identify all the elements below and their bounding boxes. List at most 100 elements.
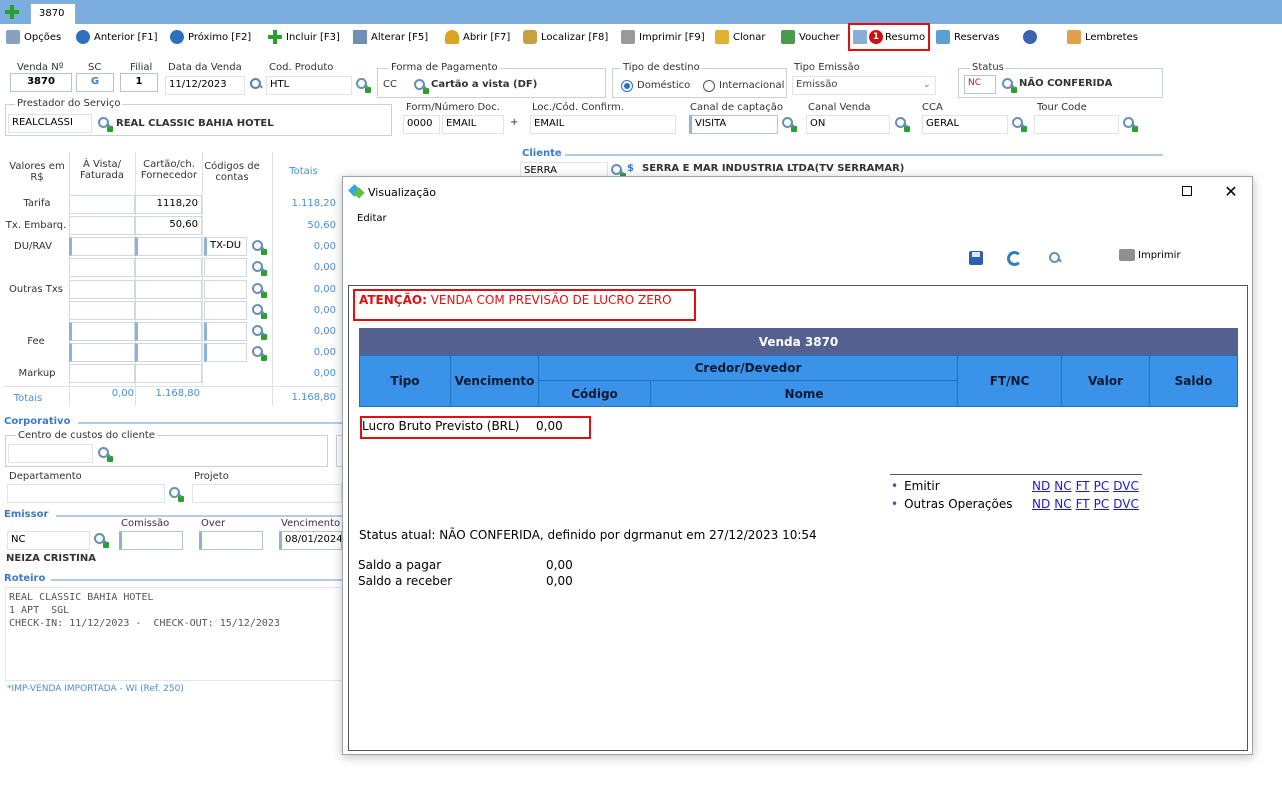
emitir-nd-link[interactable]: ND	[1032, 479, 1050, 493]
tarifa-avista[interactable]	[69, 195, 135, 214]
alterar-button[interactable]: Alterar [F5]	[350, 26, 431, 48]
resumo-button[interactable]: 1 Resumo	[848, 23, 931, 51]
outras-nd-link[interactable]: ND	[1032, 497, 1050, 511]
du-rav-avista-2[interactable]	[69, 258, 135, 277]
emitir-pc-link[interactable]: PC	[1094, 479, 1110, 493]
comissao-field[interactable]	[119, 531, 183, 550]
emitir-nc-link[interactable]: NC	[1054, 479, 1071, 493]
du-rav-search-icon-2[interactable]	[251, 260, 267, 276]
pagamento-code[interactable]: CC	[383, 79, 397, 90]
filial-field[interactable]: 1	[120, 73, 158, 92]
outras-pc-link[interactable]: PC	[1094, 497, 1110, 511]
tour-code-search-icon[interactable]	[1122, 116, 1138, 132]
calendar-search-icon[interactable]	[249, 77, 263, 91]
imprimir-button[interactable]: Imprimir [F9]	[618, 26, 708, 48]
outras-avista[interactable]	[69, 280, 135, 299]
canal-venda-field[interactable]: ON	[806, 115, 890, 134]
emitir-ft-link[interactable]: FT	[1076, 479, 1090, 493]
outras-nc-link[interactable]: NC	[1054, 497, 1071, 511]
save-icon[interactable]	[969, 251, 983, 265]
form-doc-a[interactable]: 0000	[403, 115, 440, 134]
refresh-icon[interactable]	[1007, 251, 1022, 266]
outras-search-icon[interactable]	[251, 282, 267, 298]
projeto-field[interactable]	[192, 484, 342, 503]
voucher-button[interactable]: Voucher	[778, 26, 843, 48]
abrir-button[interactable]: Abrir [F7]	[442, 26, 513, 48]
status-search-icon[interactable]	[1001, 77, 1017, 93]
fee-avista-2[interactable]	[69, 343, 135, 362]
data-venda-field[interactable]: 11/12/2023	[165, 76, 245, 95]
lembretes-button[interactable]: Lembretes	[1064, 26, 1141, 48]
dialog-print-button[interactable]: Imprimir	[1119, 249, 1181, 261]
du-rav-cartao[interactable]	[135, 237, 202, 256]
cliente-search-icon[interactable]	[610, 163, 626, 179]
cca-field[interactable]: GERAL	[922, 115, 1008, 134]
du-rav-code[interactable]: TX-DU	[204, 237, 247, 256]
pagamento-search-icon[interactable]	[413, 78, 429, 94]
attach-button[interactable]	[1020, 26, 1044, 48]
internacional-radio[interactable]	[703, 80, 715, 92]
centro-custos-search-icon[interactable]	[97, 446, 113, 462]
departamento-search-icon[interactable]	[168, 486, 184, 502]
canal-captacao-search-icon[interactable]	[781, 116, 797, 132]
fee-cartao[interactable]	[135, 322, 202, 341]
form-doc-b[interactable]: EMAIL	[442, 115, 504, 134]
cod-produto-field[interactable]: HTL	[266, 76, 352, 95]
outras-ft-link[interactable]: FT	[1076, 497, 1090, 511]
reservas-button[interactable]: Reservas	[933, 26, 1002, 48]
outras-dvc-link[interactable]: DVC	[1113, 497, 1139, 511]
menu-editar[interactable]: Editar	[357, 213, 387, 224]
clonar-button[interactable]: Clonar	[712, 26, 768, 48]
fee-search-icon[interactable]	[251, 324, 267, 340]
incluir-button[interactable]: Incluir [F3]	[265, 26, 343, 48]
outras-code[interactable]	[204, 280, 247, 299]
outras-avista-2[interactable]	[69, 301, 135, 320]
outras-code-2[interactable]	[204, 301, 247, 320]
domestico-radio[interactable]	[621, 80, 633, 92]
embarq-cartao[interactable]: 50,60	[135, 216, 202, 235]
prestador-code[interactable]: REALCLASSI	[8, 114, 92, 133]
centro-custos-field[interactable]	[8, 444, 93, 463]
zoom-icon[interactable]	[1048, 251, 1062, 265]
emitir-dvc-link[interactable]: DVC	[1113, 479, 1139, 493]
loc-field[interactable]: EMAIL	[530, 115, 676, 134]
markup-avista[interactable]	[69, 364, 135, 383]
cliente-dollar-icon[interactable]: $	[627, 163, 634, 174]
opcoes-button[interactable]: Opções	[3, 26, 64, 48]
du-rav-code-2[interactable]	[204, 258, 247, 277]
anterior-button[interactable]: Anterior [F1]	[73, 26, 160, 48]
tab-3870[interactable]: 3870	[30, 3, 76, 24]
outras-cartao[interactable]	[135, 280, 202, 299]
canal-venda-search-icon[interactable]	[894, 116, 910, 132]
localizar-button[interactable]: Localizar [F8]	[520, 26, 611, 48]
outras-search-icon-2[interactable]	[251, 303, 267, 319]
markup-cartao[interactable]	[135, 364, 202, 383]
embarq-avista[interactable]	[69, 216, 135, 235]
outras-cartao-2[interactable]	[135, 301, 202, 320]
canal-captacao-field[interactable]: VISITA	[689, 115, 778, 134]
emissor-code[interactable]: NC	[7, 531, 90, 550]
cca-search-icon[interactable]	[1011, 116, 1027, 132]
tipo-emissao-select[interactable]: Emissão ⌄	[792, 76, 936, 95]
fee-code[interactable]	[204, 322, 247, 341]
tarifa-cartao[interactable]: 1118,20	[135, 195, 202, 214]
vencimento-field[interactable]: 08/01/2024	[279, 531, 342, 550]
departamento-field[interactable]	[7, 484, 165, 503]
fee-search-icon-2[interactable]	[251, 345, 267, 361]
cod-produto-search-icon[interactable]	[355, 77, 371, 93]
status-code[interactable]: NC	[964, 75, 996, 94]
maximize-button[interactable]	[1169, 176, 1205, 206]
sc-field[interactable]: G	[76, 73, 114, 92]
close-button[interactable]: ✕	[1213, 176, 1249, 206]
fee-code-2[interactable]	[204, 343, 247, 362]
new-tab-icon[interactable]	[5, 5, 19, 19]
tour-code-field[interactable]	[1034, 115, 1119, 134]
minimize-button[interactable]	[1125, 176, 1161, 206]
over-field[interactable]	[199, 531, 263, 550]
du-rav-avista[interactable]	[69, 237, 135, 256]
prestador-search-icon[interactable]	[97, 116, 113, 132]
venda-field[interactable]: 3870	[10, 73, 72, 92]
fee-avista[interactable]	[69, 322, 135, 341]
proximo-button[interactable]: Próximo [F2]	[167, 26, 254, 48]
emissor-search-icon[interactable]	[93, 532, 109, 548]
